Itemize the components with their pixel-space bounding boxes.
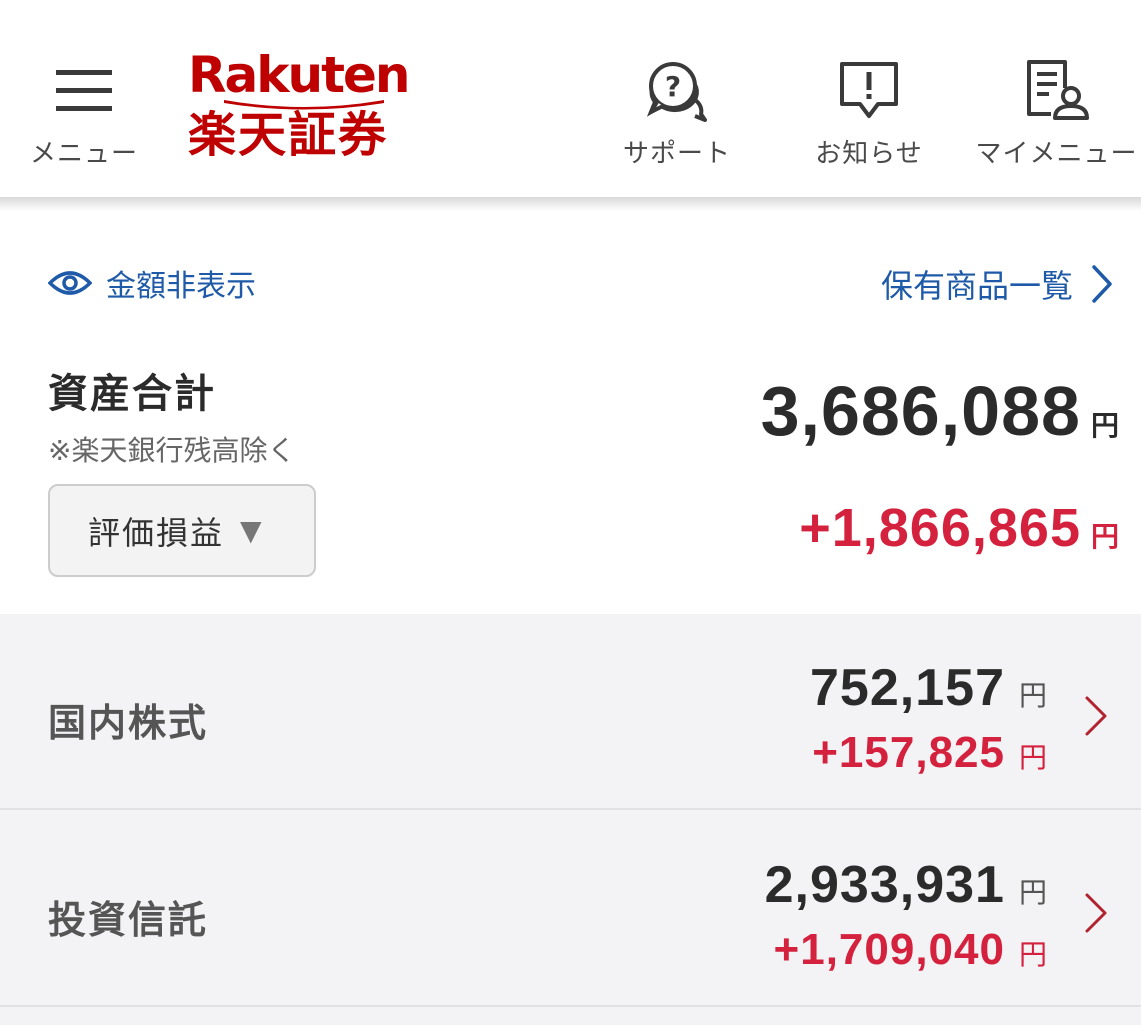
category-value-amount: 752,157 [810, 659, 1005, 717]
support-label: サポート [622, 139, 731, 169]
category-pl-amount: +1,709,040 [773, 925, 1005, 974]
hide-amount-toggle[interactable]: 金額非表示 [48, 261, 256, 305]
asset-summary: 金額非表示 保有商品一覧 資産合計 ※楽天銀行残高除く 3,686,088 円 … [0, 211, 1141, 614]
category-pl-amount: +157,825 [812, 728, 1005, 777]
notice-button[interactable]: お知らせ [804, 0, 934, 197]
total-profit-loss: +1,866,865 円 [799, 497, 1119, 559]
document-user-icon [1022, 55, 1092, 125]
holdings-list-label: 保有商品一覧 [880, 267, 1073, 305]
header-shadow [0, 197, 1141, 211]
currency-unit: 円 [1018, 876, 1047, 909]
total-assets-note: ※楽天銀行残高除く [48, 434, 296, 467]
category-value: 752,157 円 [810, 658, 1047, 718]
chevron-right-icon [1085, 893, 1107, 933]
pl-type-dropdown[interactable]: 評価損益 ▼ [48, 484, 316, 577]
category-value-amount: 2,933,931 [764, 856, 1005, 914]
dropdown-arrow-icon: ▼ [240, 514, 262, 547]
currency-unit: 円 [1090, 520, 1119, 553]
exclamation-chat-icon [834, 55, 904, 125]
svg-text:?: ? [665, 70, 681, 103]
pl-type-selected: 評価損益 [88, 513, 225, 552]
total-pl-value: +1,866,865 [799, 498, 1081, 558]
currency-unit: 円 [1018, 679, 1047, 712]
menu-label: メニュー [29, 139, 138, 169]
mymenu-label: マイメニュー [975, 139, 1138, 169]
category-profit-loss: +157,825 円 [812, 728, 1047, 778]
logo-japanese: 楽天証券 [188, 107, 389, 163]
asset-category-list: 国内株式 752,157 円 +157,825 円 投資信託 2,933,931… [0, 614, 1141, 1025]
currency-unit: 円 [1018, 741, 1047, 774]
category-value: 2,933,931 円 [765, 855, 1047, 915]
notice-label: お知らせ [815, 139, 923, 169]
question-chat-icon: ? [642, 55, 712, 125]
total-assets-value: 3,686,088 [760, 372, 1081, 450]
category-profit-loss: +1,709,040 円 [774, 925, 1047, 975]
eye-icon [48, 271, 92, 295]
total-assets-title: 資産合計 [48, 371, 216, 417]
category-row-investment-trusts[interactable]: 投資信託 2,933,931 円 +1,709,040 円 [0, 811, 1141, 1007]
chevron-right-icon [1085, 696, 1107, 736]
chevron-right-icon [1092, 265, 1112, 303]
support-button[interactable]: ? サポート [612, 0, 742, 197]
holdings-list-link[interactable]: 保有商品一覧 [881, 261, 1113, 307]
category-name: 投資信託 [48, 898, 209, 942]
rakuten-securities-logo[interactable]: Rakuten 楽天証券 [188, 48, 418, 178]
logo-wordmark: Rakuten [188, 46, 411, 104]
hide-amount-label: 金額非表示 [106, 269, 256, 304]
menu-button[interactable]: メニュー [22, 0, 146, 197]
category-name: 国内株式 [48, 701, 209, 745]
category-row-domestic-stocks[interactable]: 国内株式 752,157 円 +157,825 円 [0, 614, 1141, 810]
total-assets-amount: 3,686,088 円 [761, 371, 1119, 451]
mymenu-button[interactable]: マイメニュー [972, 0, 1141, 197]
app-header: メニュー Rakuten 楽天証券 ? サポート お知らせ マイメニュー [0, 0, 1141, 197]
currency-unit: 円 [1018, 938, 1047, 971]
currency-unit: 円 [1090, 409, 1119, 442]
hamburger-icon [49, 55, 119, 125]
